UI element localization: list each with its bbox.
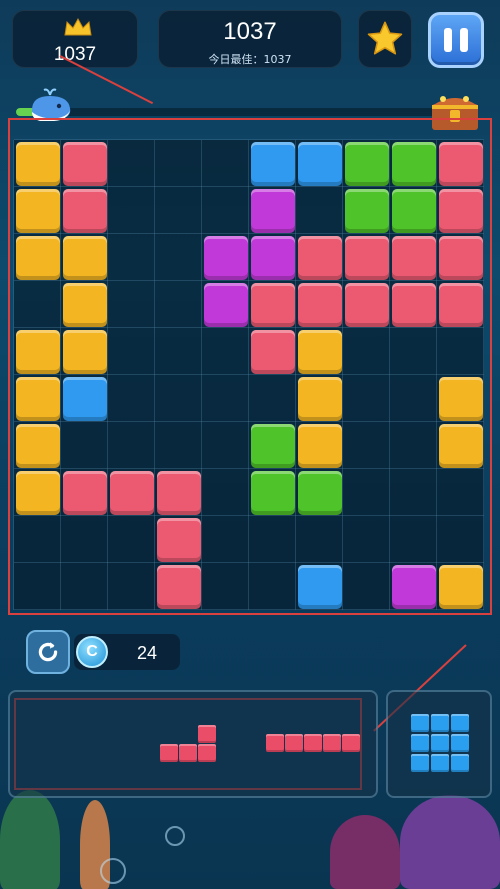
score-panel: 1037 今日最佳：1037 [158,10,342,68]
piece-block [198,725,216,743]
refresh-button[interactable] [26,630,70,674]
crown-icon [64,17,92,36]
level-progress-bar [16,108,456,116]
piece-block [451,734,469,752]
piece-block [431,754,449,772]
current-score: 1037 [223,18,277,45]
coral-decoration [330,815,400,889]
piece-block [323,734,341,752]
best-score-panel: 1037 [12,10,138,68]
coral-decoration [400,795,500,889]
refresh-icon [38,642,58,662]
coin-count: 24 [136,643,158,663]
piece-block [285,734,303,752]
pause-icon [460,28,468,52]
piece-block [411,734,429,752]
hold-slot[interactable] [386,690,492,798]
coin-icon: C [76,636,108,668]
piece-block [304,734,322,752]
piece-block [411,754,429,772]
piece-tray [8,690,378,798]
piece-block [451,754,469,772]
piece-l-shape[interactable] [160,724,220,764]
piece-block [198,744,216,762]
star-button[interactable] [358,10,412,68]
pause-icon [444,28,452,52]
piece-i5[interactable] [266,734,362,754]
piece-block [451,714,469,732]
coin-counter: C 24 [74,634,180,670]
piece-block [266,734,284,752]
bubble-decoration [165,826,185,846]
piece-block [342,734,360,752]
bubble-decoration [100,858,126,884]
piece-block [431,734,449,752]
coral-decoration [0,790,60,889]
piece-block [179,744,197,762]
coral-decoration [80,800,110,889]
piece-square-3x3[interactable] [411,714,469,772]
piece-block [411,714,429,732]
star-icon [367,21,403,55]
piece-block [160,744,178,762]
today-best-label: 今日最佳：1037 [208,53,292,66]
annotation-box-board [8,118,492,615]
pause-button[interactable] [428,12,484,68]
piece-block [431,714,449,732]
